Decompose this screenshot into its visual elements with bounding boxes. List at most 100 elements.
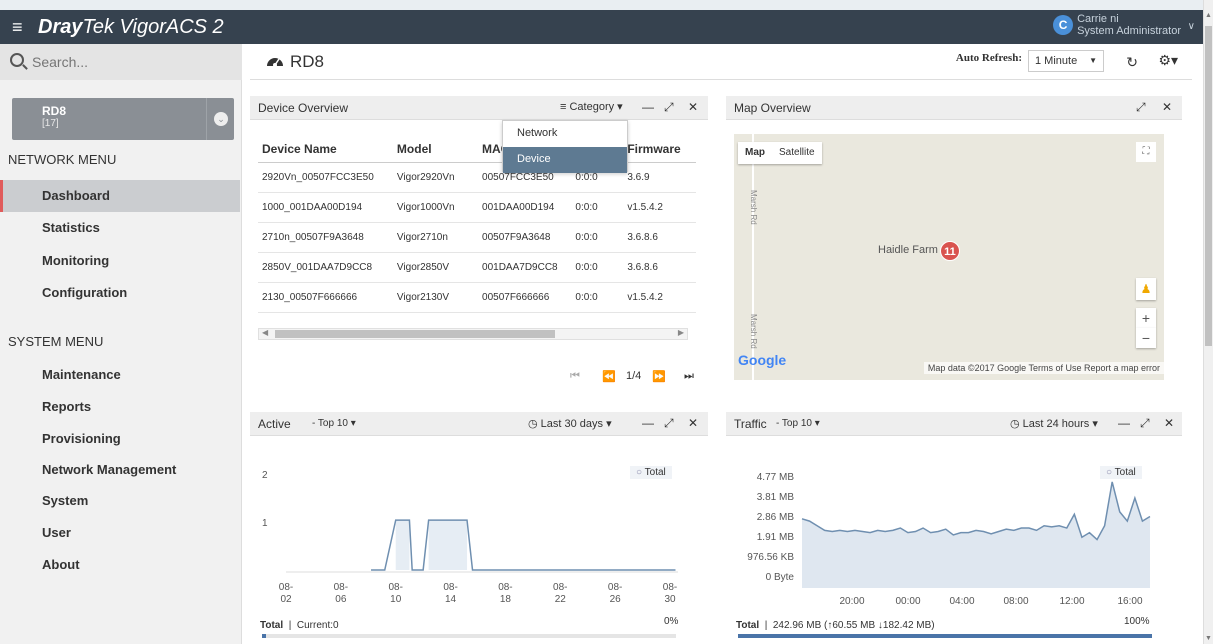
scroll-right-icon[interactable]: ▶ bbox=[678, 328, 684, 337]
scrollbar-thumb[interactable] bbox=[1205, 26, 1212, 346]
next-page-icon[interactable]: ⏩ bbox=[652, 370, 666, 383]
category-option-device[interactable]: Device bbox=[503, 147, 627, 173]
zoom-in-button[interactable]: + bbox=[1136, 308, 1156, 328]
horizontal-scrollbar[interactable]: ◀ ▶ bbox=[258, 328, 688, 340]
column-header[interactable]: Firmware bbox=[623, 136, 696, 163]
sidebar-item-configuration[interactable]: Configuration bbox=[0, 277, 240, 309]
map-canvas[interactable]: Marsh Rd Marsh Rd Map Satellite ⛶ Haidle … bbox=[734, 134, 1164, 380]
page-header: RD8 Auto Refresh: 1 Minute ▼ ↻ ⚙▾ bbox=[250, 44, 1192, 80]
sidebar-item-system[interactable]: System bbox=[0, 485, 240, 517]
traffic-widget: Traffic - Top 10 ▾ ◷ Last 24 hours ▾ — ⤢… bbox=[726, 412, 1182, 644]
map-marker-cluster[interactable]: 11 bbox=[940, 241, 960, 261]
y-tick-label: 2 bbox=[262, 470, 268, 481]
device-toggle-button[interactable]: ⌄ bbox=[206, 98, 234, 140]
active-area-band bbox=[395, 520, 410, 570]
close-icon[interactable]: ✕ bbox=[688, 416, 698, 430]
device-name: RD8 bbox=[42, 104, 67, 118]
place-label: Haidle Farm bbox=[878, 244, 938, 256]
top-n-label: - Top 10 bbox=[776, 418, 812, 429]
table-row[interactable]: 2850V_001DAA7D9CC8 Vigor2850V 001DAA7D9C… bbox=[258, 252, 696, 283]
x-tick-label: 00:00 bbox=[895, 596, 921, 607]
close-icon[interactable]: ✕ bbox=[1162, 100, 1172, 114]
zoom-out-button[interactable]: − bbox=[1136, 328, 1156, 348]
scroll-left-icon[interactable]: ◀ bbox=[262, 328, 268, 337]
auto-refresh-select[interactable]: 1 Minute ▼ bbox=[1028, 50, 1104, 72]
widget-title: Traffic bbox=[734, 417, 767, 431]
device-count: [17] bbox=[42, 118, 59, 129]
scroll-down-icon[interactable]: ▼ bbox=[1205, 635, 1212, 642]
percent-label: 0% bbox=[664, 616, 679, 627]
widget-header: Device Overview ≡ Category ▾ — ⤢ ✕ bbox=[250, 96, 708, 120]
top-n-dropdown[interactable]: - Top 10 ▾ bbox=[776, 418, 820, 429]
uptime-cell: 0:0:0 bbox=[571, 222, 624, 253]
user-menu[interactable]: C Carrie ni System Administrator ∨ bbox=[1053, 13, 1195, 37]
first-page-icon[interactable]: ⏮ bbox=[570, 370, 580, 383]
sidebar-item-dashboard[interactable]: Dashboard bbox=[0, 180, 240, 212]
app-brand: DrayTek VigorACS 2 bbox=[38, 16, 224, 38]
table-row[interactable]: 1000_001DAA00D194 Vigor1000Vn 001DAA00D1… bbox=[258, 192, 696, 223]
model-cell: Vigor2850V bbox=[392, 252, 479, 283]
time-range-dropdown[interactable]: ◷ Last 24 hours ▾ bbox=[1010, 417, 1098, 430]
widget-header: Traffic - Top 10 ▾ ◷ Last 24 hours ▾ — ⤢… bbox=[726, 412, 1182, 436]
user-name: Carrie ni bbox=[1077, 13, 1119, 25]
satellite-button[interactable]: Satellite bbox=[772, 142, 822, 164]
table-header-row: Device Name Model MAC Firmware bbox=[258, 136, 696, 163]
minimize-icon[interactable]: — bbox=[642, 416, 654, 430]
column-header[interactable]: Model bbox=[392, 136, 479, 163]
expand-icon[interactable]: ⤢ bbox=[1136, 100, 1146, 115]
gear-icon[interactable]: ⚙▾ bbox=[1158, 52, 1178, 69]
search-input[interactable] bbox=[32, 51, 222, 73]
minimize-icon[interactable]: — bbox=[642, 100, 654, 114]
widget-header: Active - Top 10 ▾ ◷ Last 30 days ▾ — ⤢ ✕ bbox=[250, 412, 708, 436]
firmware-cell: 3.6.8.6 bbox=[623, 252, 696, 283]
x-tick-label: 08- 18 bbox=[498, 582, 513, 605]
table-row[interactable]: 2130_00507F666666 Vigor2130V 00507F66666… bbox=[258, 282, 696, 313]
map-attribution[interactable]: Map data ©2017 Google Terms of Use Repor… bbox=[923, 362, 1164, 374]
x-tick-label: 08- 30 bbox=[662, 582, 678, 605]
expand-icon[interactable]: ⤢ bbox=[1140, 416, 1150, 431]
expand-icon[interactable]: ⤢ bbox=[664, 416, 674, 431]
sidebar-item-user[interactable]: User bbox=[0, 517, 240, 549]
close-icon[interactable]: ✕ bbox=[688, 100, 698, 114]
legend-label: Total bbox=[1114, 467, 1136, 478]
table-row[interactable]: 2920Vn_00507FCC3E50 Vigor2920Vn 00507FCC… bbox=[258, 162, 696, 193]
time-range-label: Last 24 hours bbox=[1022, 418, 1090, 430]
category-option-network[interactable]: Network bbox=[503, 121, 627, 147]
sidebar-item-about[interactable]: About bbox=[0, 549, 240, 581]
page-scrollbar[interactable]: ▲ ▼ bbox=[1203, 0, 1213, 644]
time-range-dropdown[interactable]: ◷ Last 30 days ▾ bbox=[528, 417, 612, 430]
scrollbar-thumb[interactable] bbox=[275, 330, 555, 338]
footer-current: Current:0 bbox=[296, 620, 339, 631]
sidebar-item-statistics[interactable]: Statistics bbox=[0, 212, 240, 244]
refresh-icon[interactable]: ↻ bbox=[1126, 54, 1138, 71]
fullscreen-icon[interactable]: ⛶ bbox=[1136, 142, 1156, 162]
widget-title: Device Overview bbox=[258, 101, 349, 115]
sidebar-item-monitoring[interactable]: Monitoring bbox=[0, 245, 240, 277]
traffic-footer: Total | 242.96 MB (↑60.55 MB ↓182.42 MB) bbox=[736, 620, 935, 631]
footer-detail: 242.96 MB (↑60.55 MB ↓182.42 MB) bbox=[772, 620, 935, 631]
expand-icon[interactable]: ⤢ bbox=[664, 100, 674, 115]
user-avatar: C bbox=[1053, 15, 1074, 35]
scroll-up-icon[interactable]: ▲ bbox=[1205, 12, 1212, 19]
device-selector[interactable]: RD8 [17] ⌄ bbox=[12, 98, 234, 140]
previous-page-icon[interactable]: ⏪ bbox=[602, 370, 616, 383]
close-icon[interactable]: ✕ bbox=[1164, 416, 1174, 430]
hamburger-menu-icon[interactable]: ≡ bbox=[12, 18, 23, 36]
map-button[interactable]: Map bbox=[738, 142, 772, 164]
column-header[interactable]: Device Name bbox=[258, 136, 393, 163]
sidebar-item-provisioning[interactable]: Provisioning bbox=[0, 423, 240, 455]
category-dropdown[interactable]: ≡ Category ▾ bbox=[560, 100, 623, 113]
table-row[interactable]: 2710n_00507F9A3648 Vigor2710n 00507F9A36… bbox=[258, 222, 696, 253]
sidebar-item-reports[interactable]: Reports bbox=[0, 391, 240, 423]
street-view-icon[interactable]: ♟ bbox=[1136, 278, 1156, 300]
top-n-dropdown[interactable]: - Top 10 ▾ bbox=[312, 418, 356, 429]
x-tick-label: 04:00 bbox=[949, 596, 975, 607]
y-tick-label: 0 Byte bbox=[765, 572, 794, 583]
x-tick-label: 12:00 bbox=[1059, 596, 1085, 607]
sidebar-item-maintenance[interactable]: Maintenance bbox=[0, 359, 240, 391]
minimize-icon[interactable]: — bbox=[1118, 416, 1130, 430]
traffic-chart bbox=[801, 481, 1151, 588]
last-page-icon[interactable]: ⏭ bbox=[684, 370, 694, 383]
sidebar-item-network-management[interactable]: Network Management bbox=[0, 454, 240, 486]
active-area-band bbox=[428, 520, 468, 570]
